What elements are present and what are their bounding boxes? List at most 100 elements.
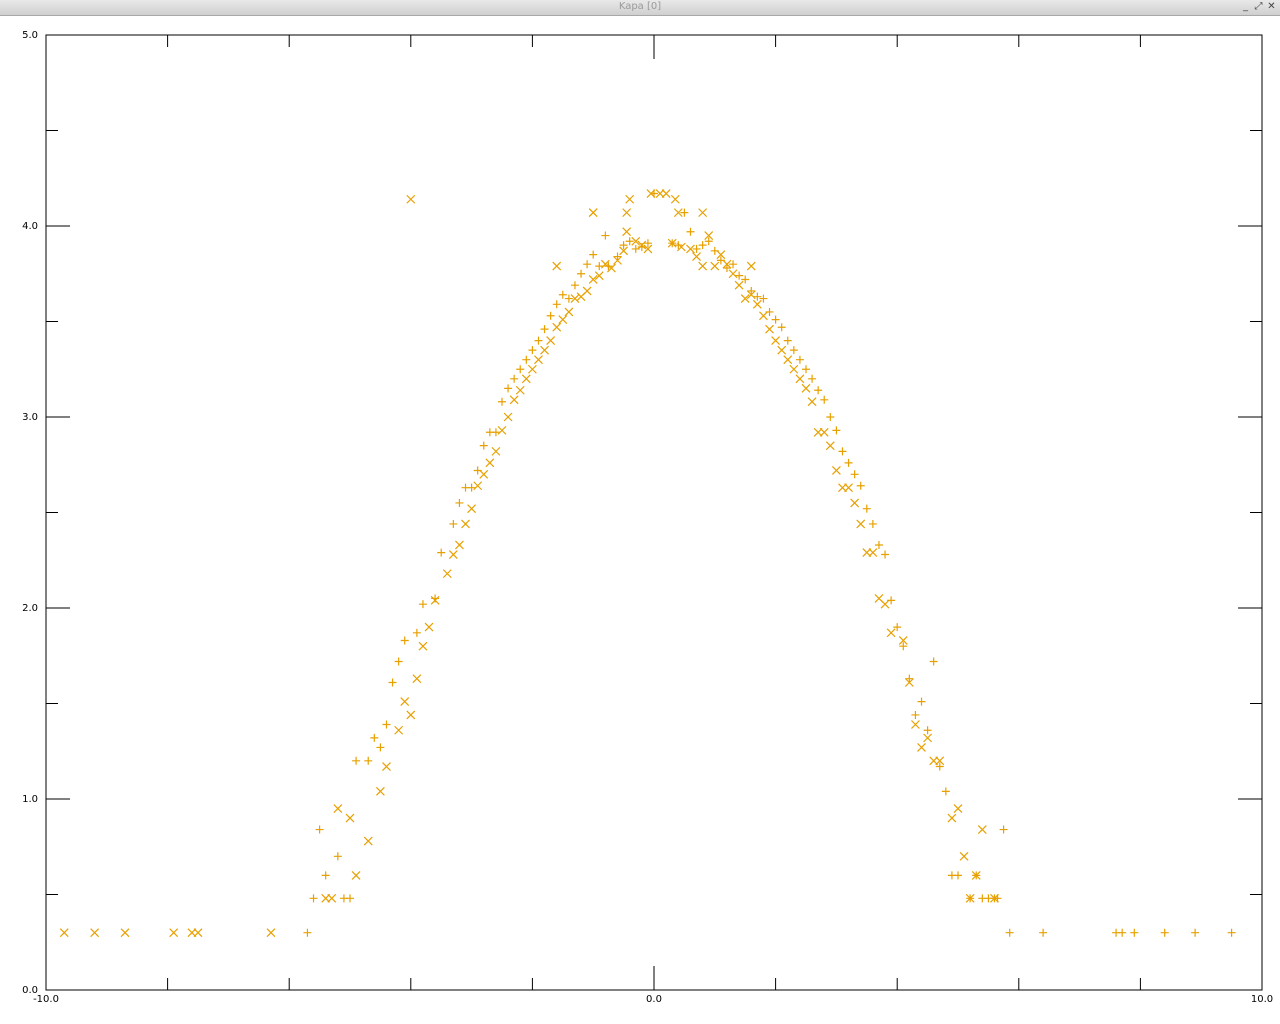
- plus-marker: [1005, 928, 1014, 937]
- cross-marker: [825, 441, 835, 451]
- plus-marker: [814, 386, 823, 395]
- cross-marker: [479, 469, 489, 479]
- cross-marker: [491, 446, 501, 456]
- close-icon[interactable]: ✕: [1266, 1, 1277, 13]
- cross-marker: [752, 299, 762, 309]
- cross-marker: [698, 208, 708, 218]
- cross-marker: [819, 427, 829, 437]
- plot-area: -10.0 0.0 10.00.01.02.03.04.05.0: [22, 30, 1273, 1005]
- cross-marker: [345, 813, 355, 823]
- cross-marker: [844, 483, 853, 493]
- cross-marker: [661, 189, 671, 198]
- cross-marker: [509, 395, 519, 405]
- cross-marker: [698, 261, 708, 271]
- plus-marker: [376, 743, 385, 752]
- plus-marker: [1227, 928, 1236, 937]
- plus-marker: [783, 336, 792, 345]
- cross-marker: [558, 315, 568, 325]
- cross-marker: [959, 851, 969, 861]
- cross-marker: [521, 374, 531, 384]
- plus-marker: [528, 346, 537, 355]
- cross-marker: [473, 481, 483, 491]
- plus-marker: [577, 269, 586, 278]
- plus-marker: [370, 733, 379, 742]
- y-tick-label: 1.0: [22, 794, 38, 805]
- maximize-icon[interactable]: ⤢: [1253, 1, 1264, 13]
- cross-marker: [424, 622, 434, 632]
- cross-marker: [90, 928, 100, 938]
- cross-marker: [193, 928, 203, 938]
- plus-marker: [510, 374, 519, 383]
- cross-marker: [759, 311, 768, 321]
- plus-marker: [795, 355, 804, 364]
- plus-marker: [832, 426, 841, 435]
- cross-marker: [497, 425, 507, 435]
- plus-marker: [315, 825, 324, 834]
- cross-marker: [406, 194, 416, 204]
- cross-marker: [625, 194, 635, 204]
- cross-marker: [375, 786, 385, 796]
- x-tick-label: 0.0: [646, 994, 662, 1005]
- plus-marker: [321, 871, 330, 880]
- plus-marker: [400, 636, 409, 645]
- plus-marker: [862, 504, 871, 513]
- plus-marker: [686, 227, 695, 236]
- cross-marker: [382, 762, 391, 771]
- cross-marker: [351, 870, 361, 880]
- plus-marker: [558, 290, 567, 299]
- y-tick-label: 4.0: [22, 221, 38, 232]
- scatter-markers: [59, 189, 1236, 938]
- plus-marker: [388, 678, 397, 687]
- plus-marker: [491, 428, 500, 437]
- plus-marker: [504, 384, 513, 393]
- cross-marker: [886, 628, 896, 638]
- cross-marker: [582, 286, 592, 296]
- cross-marker: [266, 928, 276, 938]
- plus-marker: [1118, 928, 1127, 937]
- cross-marker: [977, 825, 987, 834]
- plus-marker: [552, 300, 561, 309]
- cross-marker: [412, 674, 422, 684]
- plus-marker: [412, 628, 421, 637]
- plus-marker: [346, 894, 354, 903]
- cross-marker: [953, 804, 963, 813]
- y-tick-label: 3.0: [22, 412, 38, 423]
- plot-frame: [45, 34, 1263, 991]
- plus-marker: [382, 720, 391, 729]
- plus-marker: [917, 697, 926, 706]
- cross-marker: [448, 550, 458, 559]
- cross-marker: [552, 261, 562, 271]
- y-tick-label: 2.0: [22, 603, 38, 614]
- cross-marker: [406, 710, 416, 720]
- cross-marker: [807, 397, 817, 407]
- cross-marker: [363, 836, 373, 846]
- cross-marker: [515, 385, 525, 395]
- plus-marker: [303, 928, 312, 937]
- plus-marker: [467, 483, 476, 492]
- plus-marker: [333, 852, 342, 861]
- plus-marker: [954, 871, 962, 880]
- plus-marker: [874, 540, 883, 549]
- plus-marker: [941, 787, 950, 796]
- cross-marker: [692, 252, 701, 261]
- plus-marker: [808, 374, 817, 383]
- x-tick-label: 10.0: [1251, 994, 1273, 1005]
- window-titlebar[interactable]: Kapa [0] _ ⤢ ✕: [0, 0, 1280, 16]
- cross-marker: [455, 540, 464, 550]
- cross-marker: [485, 458, 495, 468]
- plus-marker: [364, 756, 373, 765]
- minimize-icon[interactable]: _: [1240, 1, 1251, 13]
- cross-marker: [442, 569, 452, 579]
- cross-marker: [418, 641, 428, 651]
- cross-marker: [868, 548, 878, 558]
- cross-marker: [856, 519, 866, 529]
- cross-marker: [333, 804, 343, 813]
- cross-marker: [503, 412, 513, 422]
- plus-marker: [583, 260, 592, 269]
- plus-marker: [540, 325, 549, 334]
- cross-marker: [734, 280, 744, 290]
- cross-marker: [394, 725, 404, 735]
- cross-marker: [728, 269, 738, 279]
- cross-marker: [771, 336, 781, 346]
- cross-marker: [540, 345, 549, 355]
